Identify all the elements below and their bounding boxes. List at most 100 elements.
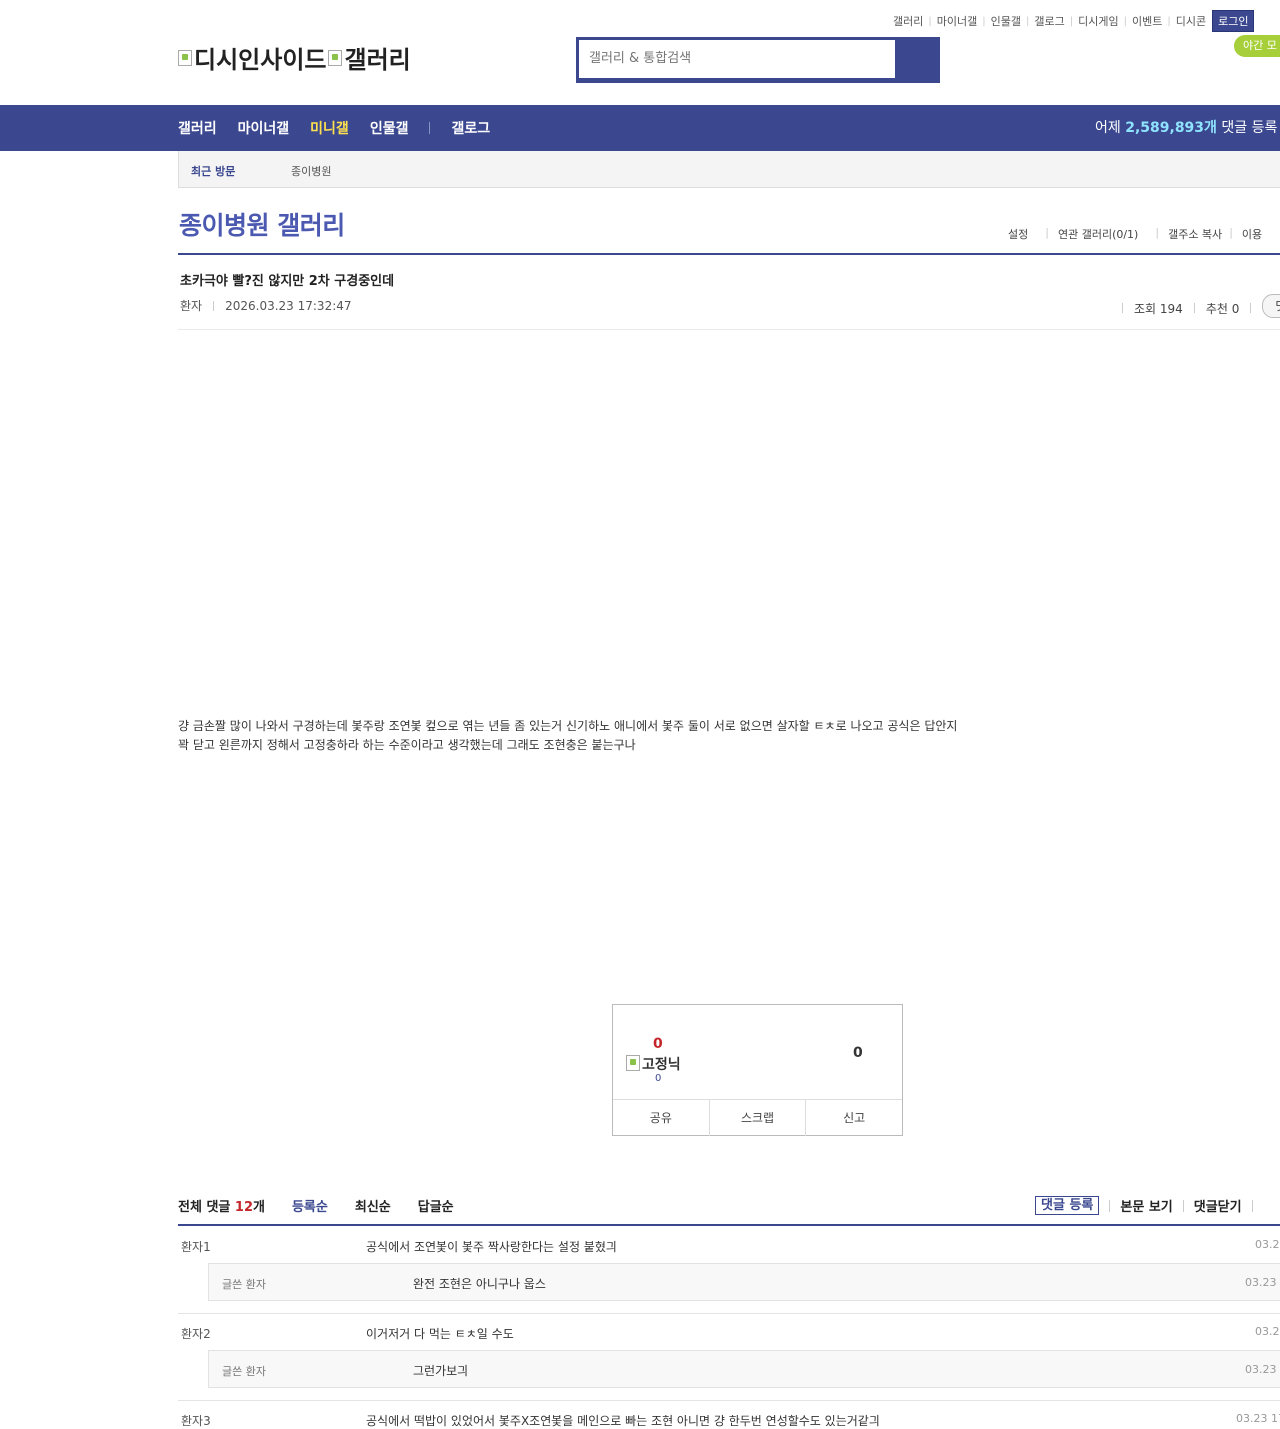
recommend-down-count: 0 (853, 1045, 863, 1061)
post-views: 조회 194 (1134, 301, 1183, 316)
post-body: 걍 금손짤 많이 나와서 구경하는데 봋주랑 조연봋 컾으로 엮는 년들 좀 있… (178, 717, 1178, 755)
nav-item-gallog[interactable]: 갤로그 (451, 118, 490, 138)
divider: | (1045, 226, 1049, 239)
post-recommend-count: 추천 0 (1205, 301, 1240, 316)
sort-by-register[interactable]: 등록순 (292, 1196, 328, 1215)
post-body-line: 걍 금손짤 많이 나와서 구경하는데 봋주랑 조연봋 컾으로 엮는 년들 좀 있… (178, 719, 958, 733)
comment-total-label: 전체 댓글 (178, 1200, 231, 1215)
share-button[interactable]: 공유 (613, 1100, 710, 1136)
gallery-title[interactable]: 종이병원 갤러리 (179, 206, 345, 242)
gallery-settings-link[interactable]: 설정 (1008, 226, 1028, 242)
usage-link[interactable]: 이용 (1242, 226, 1262, 242)
gallery-tools: 설정 | 연관 갤러리(0/1) | 갤주소 복사 | 이용 (1008, 226, 1262, 242)
post-author[interactable]: 환자 (180, 297, 202, 314)
comment-total-suffix: 개 (253, 1200, 265, 1215)
divider: | (1229, 226, 1233, 239)
broken-image-icon (178, 49, 192, 66)
comment-register-button[interactable]: 댓글 등록 (1035, 1196, 1100, 1215)
site-logo[interactable]: 디시인사이드 갤러리 (178, 40, 411, 75)
nav-item-person-gallery[interactable]: 인물갤 (370, 118, 409, 138)
sort-by-latest[interactable]: 최신순 (355, 1196, 391, 1215)
divider (1193, 303, 1195, 313)
util-dcgame-link[interactable]: 디시게임 (1078, 13, 1118, 29)
divider: | (1069, 15, 1074, 27)
nav-item-minor-gallery[interactable]: 마이너갤 (238, 118, 290, 138)
comment-total-count: 12 (234, 1200, 253, 1215)
comment-nick[interactable]: 환자1 (181, 1238, 211, 1255)
view-body-button[interactable]: 본문 보기 (1120, 1196, 1172, 1215)
sort-by-reply[interactable]: 답글순 (418, 1196, 454, 1215)
report-button[interactable]: 신고 (806, 1100, 902, 1136)
nav-menu: 갤러리 마이너갤 미니갤 인물갤 갤로그 (178, 105, 511, 151)
fixed-nick-recommend: 고정닉 (626, 1054, 681, 1074)
post-stats: 조회 194 추천 0 댓 (1122, 294, 1280, 318)
login-button[interactable]: 로그인 (1212, 10, 1255, 32)
divider (1109, 1199, 1111, 1212)
reply-nick[interactable]: 글쓴 환자 (222, 1276, 266, 1292)
recommend-box: 0 고정닉 0 0 공유 스크랩 신고 (612, 1004, 903, 1136)
logo-primary-text: 디시인사이드 (194, 46, 327, 74)
copy-gallery-address-link[interactable]: 갤주소 복사 (1168, 226, 1222, 242)
comment-total: 전체 댓글 12개 (178, 1196, 265, 1215)
reply-text: 그런가보긔 (413, 1364, 469, 1378)
divider (1251, 1199, 1253, 1212)
count-suffix: 댓글 등록 (1221, 120, 1278, 136)
comment-date: 03.23 17 (1236, 1412, 1280, 1425)
post-title: 초카극야 빨?진 않지만 2차 구경중인데 (180, 274, 395, 289)
comment-text: 이거저거 다 먹는 ㅌㅊ일 수도 (366, 1327, 514, 1341)
comment-nick[interactable]: 환자3 (181, 1412, 211, 1429)
comment-date: 03.23 (1255, 1238, 1280, 1251)
divider: | (1025, 15, 1030, 27)
fixed-nick-label: 고정닉 (642, 1057, 681, 1073)
broken-image-icon (328, 49, 343, 66)
util-minor-gallery-link[interactable]: 마이너갤 (937, 13, 977, 29)
recommend-actions: 공유 스크랩 신고 (613, 1099, 902, 1136)
count-value: 2,589,893개 (1125, 120, 1217, 136)
divider (178, 1313, 1280, 1314)
post-meta: 환자 2026.03.23 17:32:47 (180, 297, 352, 314)
reply-text: 완전 조현은 아니구나 웁스 (413, 1277, 546, 1291)
divider: | (1155, 226, 1160, 239)
recent-visit-label[interactable]: 최근 방문 (191, 163, 235, 179)
comment-text: 공식에서 조연봋이 봋주 짝사랑한다는 설정 붙혔긔 (366, 1240, 617, 1254)
recent-visit-bar: 최근 방문 종이병원 (178, 151, 1280, 188)
related-gallery-link[interactable]: 연관 갤러리(0/1) (1058, 226, 1138, 242)
divider (429, 122, 431, 134)
divider (178, 1400, 1280, 1401)
count-prefix: 어제 (1095, 120, 1121, 136)
divider (213, 300, 215, 311)
divider (178, 329, 1280, 330)
search-input[interactable] (579, 40, 895, 78)
top-util-menu: 갤러리 | 마이너갤 | 인물갤 | 갤로그 | 디시게임 | 이벤트 | 디시콘 로그인 (893, 10, 1255, 32)
comment-date: 03.23 (1255, 1325, 1280, 1338)
scrap-button[interactable]: 스크랩 (710, 1100, 807, 1136)
reply-row: 글쓴 환자 완전 조현은 아니구나 웁스 03.23 1 (208, 1263, 1280, 1301)
util-gallog-link[interactable]: 갤로그 (1034, 13, 1064, 29)
comment-count-pill[interactable]: 댓 (1262, 294, 1280, 318)
fixed-nick-count: 0 (655, 1073, 662, 1084)
util-dccon-link[interactable]: 디시콘 (1176, 13, 1206, 29)
broken-image-icon (626, 1055, 640, 1071)
divider: | (982, 15, 986, 27)
util-person-gallery-link[interactable]: 인물갤 (991, 13, 1021, 29)
comment-nick[interactable]: 환자2 (181, 1325, 211, 1342)
divider: | (1123, 15, 1127, 27)
divider: | (1167, 15, 1171, 27)
search-button[interactable] (894, 37, 940, 83)
divider (178, 1224, 1280, 1226)
close-comments-button[interactable]: 댓글닫기 (1194, 1196, 1242, 1215)
comment-header: 전체 댓글 12개 등록순 최신순 답글순 (178, 1196, 454, 1215)
util-event-link[interactable]: 이벤트 (1132, 13, 1162, 29)
util-gallery-link[interactable]: 갤러리 (893, 13, 923, 29)
recommend-up-count: 0 (653, 1036, 663, 1052)
divider (178, 253, 1280, 255)
search-box (576, 37, 940, 83)
night-mode-button[interactable]: 야간 모 (1234, 35, 1280, 57)
post-datetime: 2026.03.23 17:32:47 (225, 298, 352, 313)
recent-gallery-link[interactable]: 종이병원 (291, 163, 331, 179)
reply-nick[interactable]: 글쓴 환자 (222, 1363, 266, 1379)
nav-item-gallery[interactable]: 갤러리 (178, 118, 217, 138)
nav-item-mini-gallery[interactable]: 미니갤 (310, 118, 349, 138)
reply-row: 글쓴 환자 그런가보긔 03.23 1 (208, 1350, 1280, 1388)
post-body-line: 꽉 닫고 왼른까지 정해서 고정충하라 하는 수준이라고 생각했는데 그래도 조… (178, 738, 636, 752)
